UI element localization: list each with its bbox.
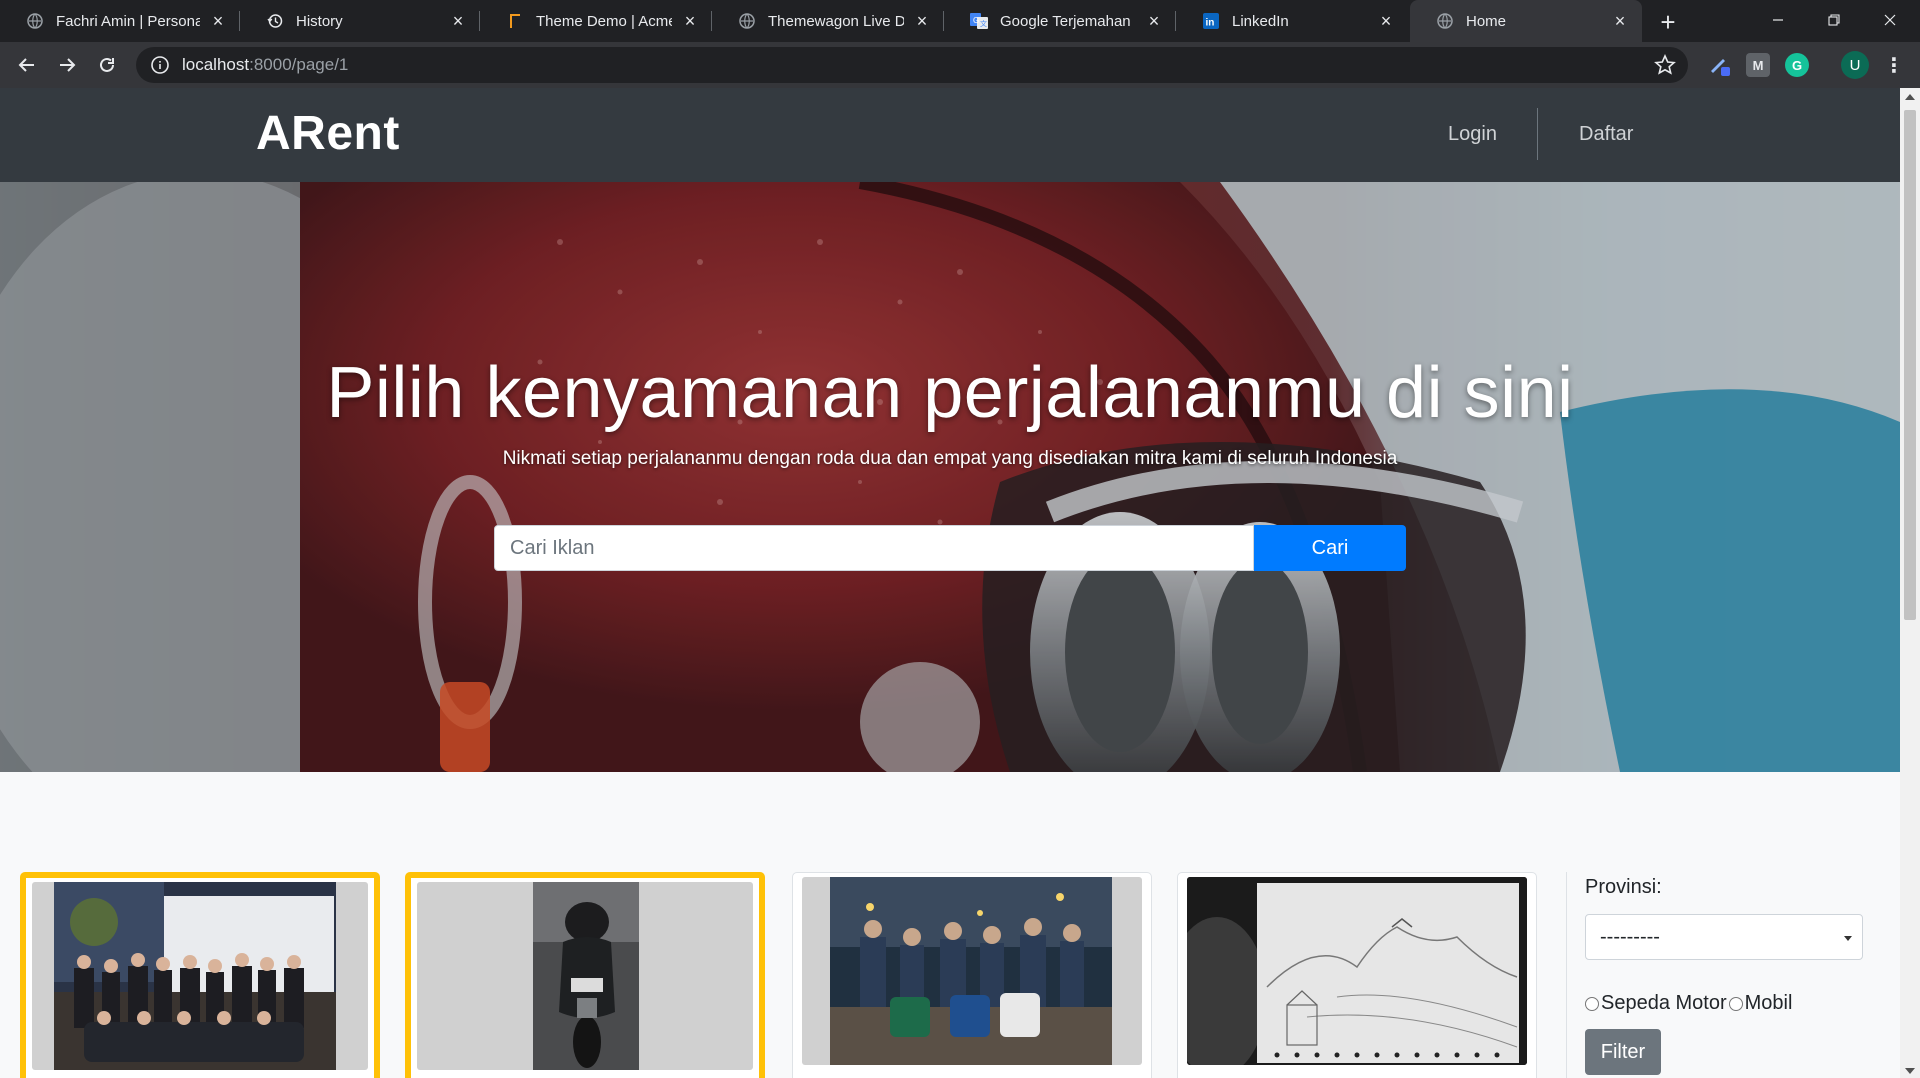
scroll-up-arrow-icon[interactable] xyxy=(1905,94,1915,100)
url-host: localhost xyxy=(182,55,250,74)
globe-icon xyxy=(738,12,756,30)
pen-extension-icon[interactable] xyxy=(1707,53,1731,77)
vehicle-type-options: Sepeda Motor Mobil xyxy=(1585,992,1792,1015)
browser-tab-portfolio[interactable]: Fachri Amin | Personal Portfolio × xyxy=(0,0,240,42)
dropdown-caret-icon xyxy=(1844,936,1852,941)
browser-tab-themewagon[interactable]: Themewagon Live Demo × xyxy=(712,0,944,42)
group-photo-image xyxy=(54,882,336,1070)
browser-tab-acme[interactable]: Theme Demo | Acme Themes × xyxy=(480,0,712,42)
listing-card[interactable] xyxy=(792,872,1152,1078)
m-extension-label: M xyxy=(1752,57,1764,73)
scrollbar-thumb[interactable] xyxy=(1904,110,1916,620)
globe-icon xyxy=(26,12,44,30)
hero-car-background-image xyxy=(0,182,1900,772)
listing-thumbnail[interactable] xyxy=(32,882,368,1070)
site-info-icon[interactable] xyxy=(150,55,170,75)
sidebar-divider xyxy=(1566,872,1567,1078)
search-ads-input[interactable] xyxy=(494,525,1254,571)
tab-title: Themewagon Live Demo xyxy=(768,12,904,30)
radio-car-label: Mobil xyxy=(1744,992,1793,1014)
province-select[interactable]: --------- xyxy=(1585,914,1863,960)
close-tab-icon[interactable]: × xyxy=(1144,11,1164,31)
tab-title: History xyxy=(296,12,343,30)
browser-tab-translate[interactable]: G文 Google Terjemahan × xyxy=(944,0,1176,42)
province-selected-value: --------- xyxy=(1600,925,1660,948)
chrome-menu-icon[interactable]: ⋮ xyxy=(1882,53,1906,77)
brand-logo[interactable]: ARent xyxy=(256,106,400,161)
tab-title: Home xyxy=(1466,12,1507,30)
history-icon xyxy=(266,12,284,30)
close-window-icon[interactable] xyxy=(1862,0,1918,40)
profile-avatar[interactable]: U xyxy=(1841,51,1869,79)
close-tab-icon[interactable]: × xyxy=(912,11,932,31)
close-tab-icon[interactable]: × xyxy=(1376,11,1396,31)
hero-title: Pilih kenyamanan perjalananmu di sini xyxy=(326,353,1574,433)
site-navbar: ARent Login Daftar xyxy=(0,88,1900,182)
tab-title: Google Terjemahan xyxy=(1000,12,1131,30)
browser-tab-linkedin[interactable]: in LinkedIn × xyxy=(1176,0,1408,42)
listing-thumbnail[interactable] xyxy=(1187,877,1527,1065)
browser-toolbar: localhost:8000/page/1 M G U ⋮ xyxy=(0,42,1920,88)
bookmark-star-icon[interactable] xyxy=(1654,54,1676,76)
login-link[interactable]: Login xyxy=(1448,123,1497,146)
tab-title: Theme Demo | Acme Themes xyxy=(536,12,672,30)
grammarly-extension-icon[interactable]: G xyxy=(1785,53,1809,77)
motorcycle-photo-image xyxy=(533,882,639,1070)
browser-tab-history[interactable]: History × xyxy=(240,0,480,42)
listing-thumbnail[interactable] xyxy=(417,882,753,1070)
m-extension-icon[interactable]: M xyxy=(1746,53,1770,77)
filter-button[interactable]: Filter xyxy=(1585,1029,1661,1075)
search-button[interactable]: Cari xyxy=(1254,525,1406,571)
globe-icon xyxy=(1436,12,1454,30)
grammarly-label: G xyxy=(1791,57,1803,73)
radio-motorcycle-label: Sepeda Motor xyxy=(1601,992,1727,1014)
svg-text:文: 文 xyxy=(980,19,987,28)
hero-section: Pilih kenyamanan perjalananmu di sini Ni… xyxy=(0,182,1900,772)
forward-arrow-icon[interactable] xyxy=(51,49,83,81)
profile-initial: U xyxy=(1849,56,1861,74)
hero-subtitle: Nikmati setiap perjalananmu dengan roda … xyxy=(502,448,1398,469)
close-tab-icon[interactable]: × xyxy=(448,11,468,31)
radio-motorcycle[interactable] xyxy=(1585,996,1599,1011)
restore-window-icon[interactable] xyxy=(1806,0,1862,40)
listing-card-featured[interactable] xyxy=(405,872,765,1078)
new-tab-button[interactable]: + xyxy=(1654,7,1682,37)
browser-tab-strip: Fachri Amin | Personal Portfolio × Histo… xyxy=(0,0,1920,42)
listing-card[interactable] xyxy=(1177,872,1537,1078)
url-path: :8000/page/1 xyxy=(249,55,349,74)
google-translate-icon: G文 xyxy=(970,12,988,30)
linkedin-icon: in xyxy=(1202,12,1220,30)
url-text: localhost:8000/page/1 xyxy=(182,55,348,75)
acme-icon xyxy=(506,12,524,30)
minimize-window-icon[interactable] xyxy=(1750,0,1806,40)
scroll-down-arrow-icon[interactable] xyxy=(1905,1068,1915,1074)
province-label: Provinsi: xyxy=(1585,876,1662,898)
svg-text:G: G xyxy=(973,16,979,25)
tab-title: LinkedIn xyxy=(1232,12,1289,30)
nav-divider xyxy=(1537,108,1538,160)
close-tab-icon[interactable]: × xyxy=(1610,11,1630,31)
browser-tab-home[interactable]: Home × xyxy=(1410,0,1642,42)
tab-title: Fachri Amin | Personal Portfolio xyxy=(56,12,200,30)
mountain-sketch-image xyxy=(1187,877,1527,1065)
page-scrollbar[interactable] xyxy=(1900,88,1920,1078)
close-tab-icon[interactable]: × xyxy=(208,11,228,31)
svg-text:in: in xyxy=(1206,18,1215,29)
register-link[interactable]: Daftar xyxy=(1579,123,1633,146)
webpage-viewport: ARent Login Daftar Pilih kenyamanan perj… xyxy=(0,88,1900,1078)
back-arrow-icon[interactable] xyxy=(11,49,43,81)
listing-card-featured[interactable] xyxy=(20,872,380,1078)
radio-car[interactable] xyxy=(1728,996,1743,1011)
listing-thumbnail[interactable] xyxy=(802,877,1142,1065)
close-tab-icon[interactable]: × xyxy=(680,11,700,31)
address-bar[interactable]: localhost:8000/page/1 xyxy=(136,47,1688,83)
group-night-photo-image xyxy=(830,877,1112,1065)
reload-icon[interactable] xyxy=(91,49,123,81)
